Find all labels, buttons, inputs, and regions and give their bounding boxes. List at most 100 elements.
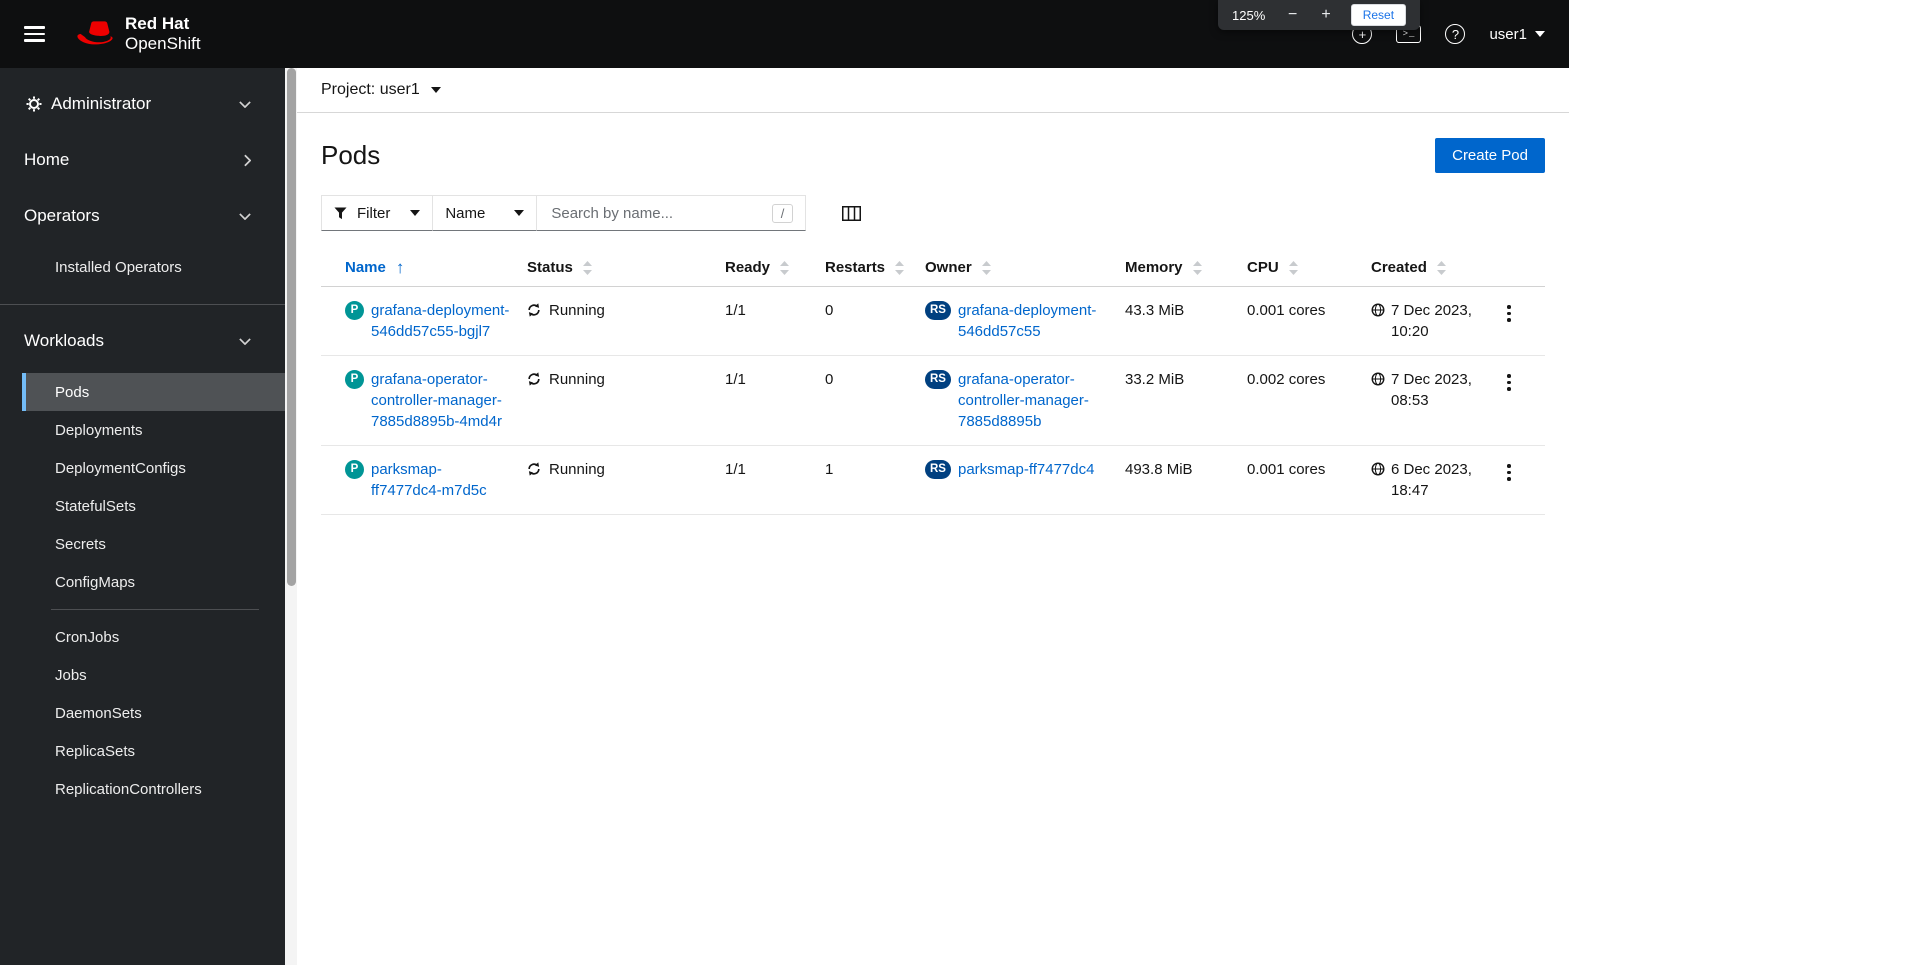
- page-title: Pods: [321, 140, 381, 170]
- help-icon[interactable]: ?: [1445, 24, 1466, 44]
- kebab-menu-button[interactable]: [1499, 369, 1519, 396]
- sidebar-item-daemonsets[interactable]: DaemonSets: [22, 694, 285, 732]
- chevron-right-icon: [244, 154, 251, 166]
- sort-icon: [582, 260, 592, 275]
- nav-label: Workloads: [24, 331, 104, 350]
- created-timestamp: 7 Dec 2023, 08:53: [1391, 371, 1472, 409]
- ready-value: 1/1: [725, 355, 825, 446]
- sort-icon: [780, 260, 790, 275]
- sidebar-item-workloads[interactable]: Workloads: [0, 313, 285, 369]
- restarts-value: 1: [825, 445, 925, 515]
- filter-funnel-icon: [334, 206, 347, 219]
- pod-badge: P: [345, 370, 364, 389]
- nav-divider: [51, 609, 259, 610]
- nav-label: Operators: [24, 206, 100, 225]
- kebab-menu-button[interactable]: [1499, 300, 1519, 327]
- column-header-owner[interactable]: Owner: [925, 249, 1125, 287]
- pod-name-link[interactable]: parksmap-ff7477dc4-m7d5c: [371, 459, 511, 501]
- project-selector-label: Project: user1: [321, 81, 420, 98]
- search-box: /: [536, 195, 807, 231]
- nav-label: Home: [24, 150, 70, 169]
- column-header-restarts[interactable]: Restarts: [825, 249, 925, 287]
- pods-table: Name ↑ Status Ready Restarts Owner Memor…: [321, 249, 1545, 515]
- sidebar-item-statefulsets[interactable]: StatefulSets: [22, 487, 285, 525]
- brand-name-line2: OpenShift: [125, 34, 201, 53]
- chevron-down-icon: [410, 210, 421, 216]
- pod-badge: P: [345, 301, 364, 320]
- zoom-in-button[interactable]: +: [1317, 7, 1334, 23]
- sort-icon: [981, 260, 991, 275]
- pod-name-link[interactable]: grafana-deployment-546dd57c55-bgjl7: [371, 300, 511, 342]
- sidebar-item-pods[interactable]: Pods: [22, 373, 285, 411]
- sort-icon: [1288, 260, 1298, 275]
- zoom-reset-button[interactable]: Reset: [1350, 4, 1407, 26]
- sidebar-item-installed-operators[interactable]: Installed Operators: [22, 248, 285, 286]
- pod-name-link[interactable]: grafana-operator-controller-manager-7885…: [371, 369, 511, 432]
- owner-link[interactable]: grafana-operator-controller-manager-7885…: [958, 369, 1109, 432]
- zoom-level: 125%: [1232, 7, 1266, 23]
- sync-running-icon: [528, 462, 540, 476]
- sort-icon: [895, 260, 905, 275]
- sidebar-item-replicasets[interactable]: ReplicaSets: [22, 732, 285, 770]
- column-header-ready[interactable]: Ready: [725, 249, 825, 287]
- restarts-value: 0: [825, 286, 925, 356]
- globe-icon: [1371, 372, 1385, 386]
- ready-value: 1/1: [725, 445, 825, 515]
- column-header-cpu[interactable]: CPU: [1247, 249, 1371, 287]
- memory-value: 33.2 MiB: [1125, 355, 1247, 446]
- globe-icon: [1371, 462, 1385, 476]
- column-header-status[interactable]: Status: [527, 249, 725, 287]
- scrollbar-thumb[interactable]: [286, 68, 296, 586]
- sort-icon: [1436, 260, 1446, 275]
- search-attribute-dropdown[interactable]: Name: [432, 195, 538, 231]
- globe-icon: [1371, 303, 1385, 317]
- sync-running-icon: [528, 303, 540, 317]
- perspective-switcher[interactable]: Administrator: [0, 76, 285, 132]
- user-name: user1: [1489, 25, 1527, 43]
- created-timestamp: 6 Dec 2023, 18:47: [1391, 461, 1472, 499]
- project-selector[interactable]: Project: user1: [297, 68, 1569, 113]
- zoom-out-button[interactable]: −: [1284, 7, 1301, 23]
- chevron-down-icon: [1535, 31, 1545, 37]
- status-text: Running: [549, 302, 605, 319]
- column-header-memory[interactable]: Memory: [1125, 249, 1247, 287]
- search-input[interactable]: [549, 203, 762, 223]
- owner-link[interactable]: grafana-deployment-546dd57c55: [958, 300, 1109, 342]
- create-pod-button[interactable]: Create Pod: [1435, 138, 1545, 173]
- sort-icon: [1192, 260, 1202, 275]
- main-content: Project: user1 Pods Create Pod Filter Na…: [297, 68, 1569, 965]
- list-toolbar: Filter Name /: [297, 187, 1569, 249]
- cpu-value: 0.001 cores: [1247, 286, 1371, 356]
- manage-columns-button[interactable]: [838, 202, 865, 225]
- sidebar-item-jobs[interactable]: Jobs: [22, 656, 285, 694]
- column-header-created[interactable]: Created: [1371, 249, 1495, 287]
- sidebar-item-secrets[interactable]: Secrets: [22, 525, 285, 563]
- sidebar-item-deploymentconfigs[interactable]: DeploymentConfigs: [22, 449, 285, 487]
- chevron-down-icon: [430, 87, 441, 93]
- search-shortcut-hint: /: [771, 203, 794, 223]
- sidebar-item-replicationcontrollers[interactable]: ReplicationControllers: [22, 770, 285, 808]
- column-header-name[interactable]: Name ↑: [321, 249, 527, 287]
- chevron-down-icon: [239, 212, 251, 220]
- scrollbar-track[interactable]: [285, 68, 297, 965]
- redhat-hat-icon: [77, 20, 113, 44]
- sidebar-item-configmaps[interactable]: ConfigMaps: [22, 563, 285, 601]
- filter-label: Filter: [357, 204, 391, 222]
- memory-value: 43.3 MiB: [1125, 286, 1247, 356]
- nav-divider: [0, 304, 285, 305]
- sidebar-item-operators[interactable]: Operators: [0, 188, 285, 244]
- kebab-menu-button[interactable]: [1499, 459, 1519, 486]
- columns-icon: [842, 205, 862, 221]
- browser-zoom-popup: 125% − + Reset: [1218, 0, 1421, 30]
- sidebar-item-cronjobs[interactable]: CronJobs: [22, 618, 285, 656]
- status-text: Running: [549, 461, 605, 478]
- user-menu[interactable]: user1: [1489, 26, 1545, 43]
- cpu-value: 0.002 cores: [1247, 355, 1371, 446]
- owner-link[interactable]: parksmap-ff7477dc4: [958, 459, 1094, 480]
- sidebar-item-deployments[interactable]: Deployments: [22, 411, 285, 449]
- perspective-label: Administrator: [51, 94, 152, 113]
- filter-dropdown[interactable]: Filter: [321, 195, 434, 231]
- restarts-value: 0: [825, 355, 925, 446]
- sidebar-item-home[interactable]: Home: [0, 132, 285, 188]
- nav-toggle-hamburger-icon[interactable]: [24, 22, 45, 46]
